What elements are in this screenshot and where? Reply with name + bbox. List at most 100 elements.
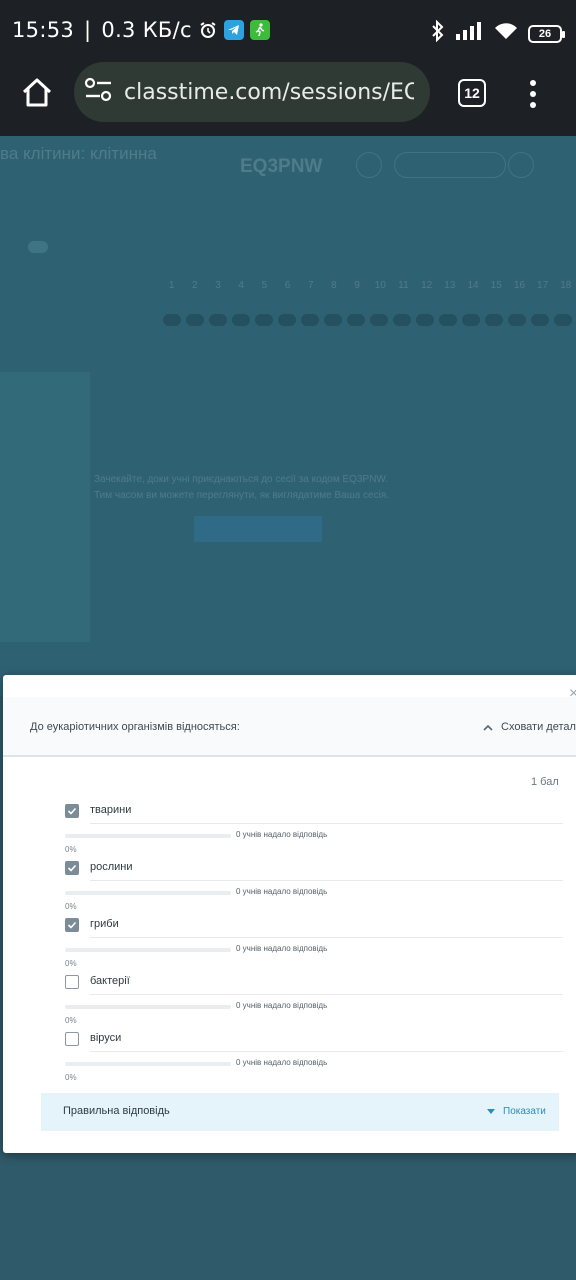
option-label: рослини	[90, 861, 133, 873]
bg-question-number: 11	[398, 280, 409, 291]
home-icon[interactable]	[20, 76, 54, 110]
bg-waiting-line1: Зачекайте, доки учні приєднаються до сес…	[94, 474, 389, 485]
option-divider	[90, 937, 563, 938]
status-right: 26	[430, 19, 565, 47]
answer-option: тварини 0 учнів надало відповідь 0%	[61, 804, 563, 861]
status-bar: 15:53 | 0.3 КБ/с 26	[0, 0, 576, 62]
checkbox-unchecked	[65, 975, 79, 989]
option-label: тварини	[90, 804, 132, 816]
overflow-menu-icon[interactable]	[528, 78, 538, 110]
check-icon	[67, 921, 77, 929]
url-text[interactable]: classtime.com/sessions/EQ3P	[124, 80, 414, 105]
alarm-icon	[198, 20, 218, 40]
correct-answer-bar[interactable]: Правильна відповідь Показати	[41, 1093, 559, 1131]
bg-question-dot	[531, 314, 549, 326]
caret-down-icon	[487, 1108, 495, 1114]
bg-question-dot	[347, 314, 365, 326]
response-progress-track	[65, 834, 231, 838]
hide-details-button[interactable]: Сховати деталі	[483, 721, 576, 733]
bg-question-dot	[324, 314, 342, 326]
battery-icon: 26	[528, 24, 565, 43]
bg-question-number: 8	[331, 280, 337, 291]
answer-option: бактерії 0 учнів надало відповідь 0%	[61, 975, 563, 1032]
bg-question-dot	[508, 314, 526, 326]
answer-option: рослини 0 учнів надало відповідь 0%	[61, 861, 563, 918]
chevron-up-icon	[483, 724, 493, 731]
option-label: бактерії	[90, 975, 130, 987]
question-header: До еукаріотичних організмів відносяться:…	[3, 697, 576, 757]
option-label: гриби	[90, 918, 119, 930]
show-correct-answer-button[interactable]: Показати	[487, 1106, 546, 1117]
bluetooth-icon	[430, 19, 446, 47]
bg-question-number: 7	[307, 280, 314, 291]
bg-illustration	[0, 372, 90, 642]
status-speed: 0.3 КБ/с	[101, 18, 192, 42]
check-icon	[67, 864, 77, 872]
bg-question-number: 1	[168, 280, 175, 291]
bg-question-dot	[439, 314, 457, 326]
bg-question-number: 16	[513, 280, 525, 291]
response-count: 0 учнів надало відповідь	[236, 887, 328, 896]
status-time: 15:53	[12, 18, 75, 42]
bg-toggle	[28, 241, 48, 253]
bg-question-number: 13	[444, 280, 456, 291]
bg-question-number: 3	[215, 280, 221, 291]
response-count: 0 учнів надало відповідь	[236, 944, 328, 953]
bg-session-code: EQ3PNW	[240, 156, 323, 177]
option-divider	[90, 823, 563, 824]
address-bar[interactable]: classtime.com/sessions/EQ3P	[74, 62, 430, 122]
wifi-icon	[494, 22, 518, 45]
bg-question-dot	[370, 314, 388, 326]
bg-question-numbers: 1 2 3 4 5 6 7 8 9 10 11 12 13 14 15 16 17 18	[160, 280, 576, 291]
response-percent: 0%	[65, 845, 77, 854]
correct-answer-label: Правильна відповідь	[63, 1105, 170, 1117]
bg-question-dot	[393, 314, 411, 326]
status-left: 15:53 | 0.3 КБ/с	[12, 18, 270, 42]
bg-question-number: 2	[192, 280, 198, 291]
status-separator: |	[84, 18, 92, 42]
response-percent: 0%	[65, 902, 77, 911]
bg-question-dot	[416, 314, 434, 326]
answer-option: віруси 0 учнів надало відповідь 0%	[61, 1032, 563, 1089]
option-divider	[90, 880, 563, 881]
telegram-icon	[223, 20, 244, 40]
site-settings-icon[interactable]	[84, 76, 114, 109]
bg-question-number: 6	[284, 280, 291, 291]
bg-question-dot	[301, 314, 319, 326]
response-progress-track	[65, 1062, 231, 1066]
response-count: 0 учнів надало відповідь	[236, 1001, 328, 1010]
bg-preview-button	[194, 516, 322, 542]
bg-question-number: 5	[261, 280, 268, 291]
question-details-modal: × До еукаріотичних організмів відносятьс…	[3, 675, 576, 1153]
bg-circle-button	[356, 152, 382, 178]
walking-icon	[249, 20, 270, 40]
points-label: 1 бал	[531, 776, 559, 788]
signal-icon	[456, 22, 484, 45]
bg-question-number: 15	[490, 280, 502, 291]
bg-question-dot	[163, 314, 181, 326]
bg-question-number: 4	[238, 280, 244, 291]
bg-session-title: ва клітини: клітинна	[0, 144, 157, 163]
option-divider	[90, 994, 563, 995]
bg-invite-button	[394, 152, 506, 178]
tabs-button[interactable]: 12	[458, 79, 486, 107]
bg-question-dot	[255, 314, 273, 326]
bg-question-number: 9	[354, 280, 360, 291]
response-count: 0 учнів надало відповідь	[236, 1058, 328, 1067]
checkbox-checked	[65, 918, 79, 932]
bg-question-dot	[554, 314, 572, 326]
bg-star-button	[508, 152, 534, 178]
bg-waiting-line2: Тим часом ви можете переглянути, як вигл…	[94, 490, 390, 501]
checkbox-unchecked	[65, 1032, 79, 1046]
bg-question-dot	[232, 314, 250, 326]
response-progress-track	[65, 1005, 231, 1009]
bg-question-number: 18	[560, 280, 572, 291]
check-icon	[67, 807, 77, 815]
response-progress-track	[65, 948, 231, 952]
bg-question-number: 17	[537, 280, 549, 291]
bg-question-dot	[485, 314, 503, 326]
bg-question-number: 12	[421, 280, 433, 291]
browser-toolbar: classtime.com/sessions/EQ3P 12	[0, 62, 576, 136]
response-count: 0 учнів надало відповідь	[236, 830, 328, 839]
bg-question-number: 14	[467, 280, 479, 291]
